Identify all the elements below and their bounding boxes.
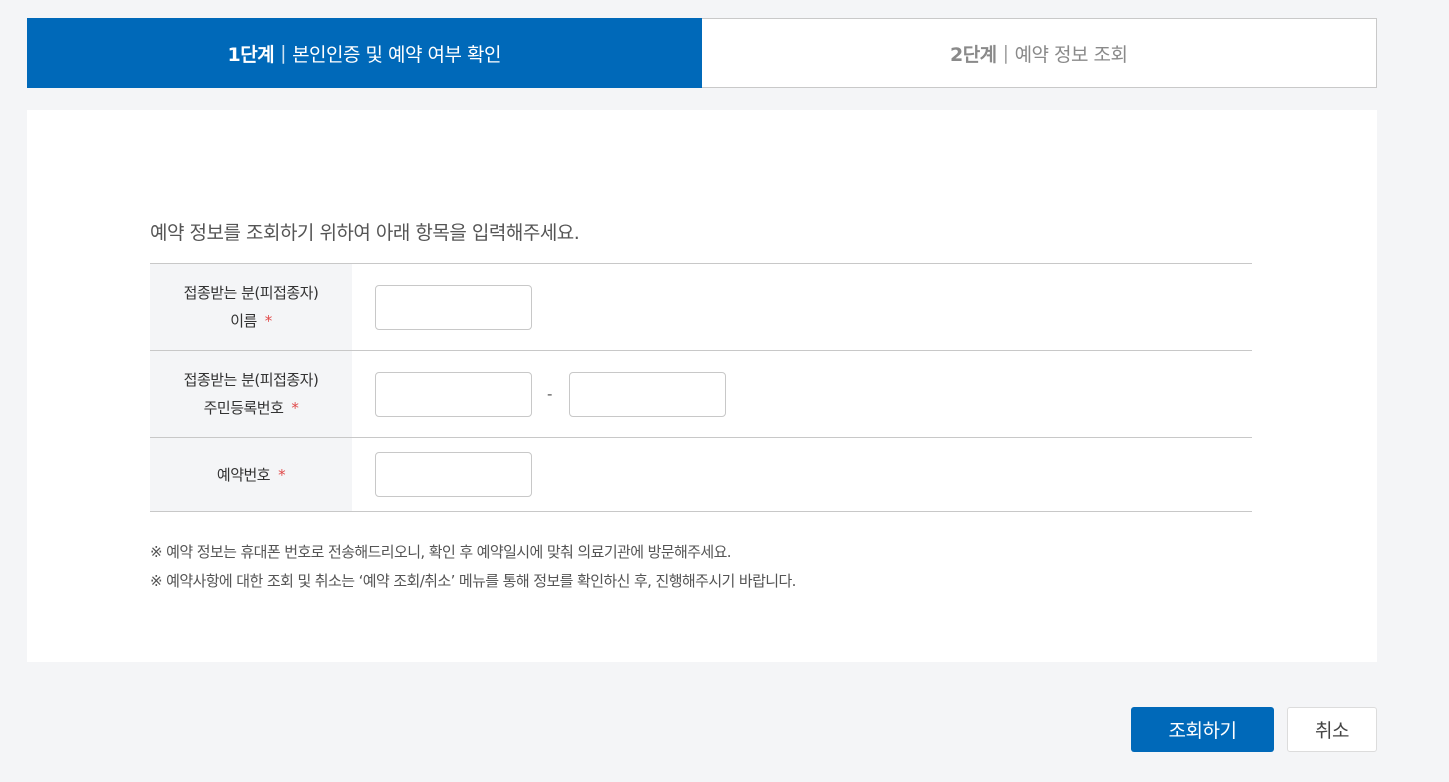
rrn-label-line2: 주민등록번호 <box>203 399 284 417</box>
reservation-field-cell <box>352 438 1252 511</box>
notice-item: ※ 예약 정보는 휴대폰 번호로 전송해드리오니, 확인 후 예약일시에 맞춰 … <box>150 543 732 561</box>
name-label-line1: 접종받는 분(피접종자) <box>183 284 319 302</box>
step-2: 2단계 | 예약 정보 조회 <box>702 19 1377 87</box>
rrn-field-cell: - <box>352 351 1252 437</box>
rrn-separator: - <box>547 385 553 403</box>
step-2-separator: | <box>1002 42 1009 64</box>
name-label-line2: 이름 <box>230 312 257 330</box>
required-mark: * <box>291 399 299 417</box>
reservation-number-input[interactable] <box>375 452 532 497</box>
form-row-rrn: 접종받는 분(피접종자) 주민등록번호 * - <box>150 351 1252 438</box>
notice-item: ※ 예약사항에 대한 조회 및 취소는 ‘예약 조회/취소’ 메뉴를 통해 정보… <box>150 572 796 590</box>
form-row-name: 접종받는 분(피접종자) 이름 * <box>150 264 1252 351</box>
reservation-label: 예약번호 * <box>150 438 352 511</box>
intro-text: 예약 정보를 조회하기 위하여 아래 항목을 입력해주세요. <box>150 222 580 244</box>
reservation-label-text: 예약번호 <box>216 465 271 484</box>
rrn-label: 접종받는 분(피접종자) 주민등록번호 * <box>150 351 352 437</box>
name-field-cell <box>352 264 1252 350</box>
rrn-back-input[interactable] <box>569 371 727 417</box>
notice-list: ※ 예약 정보는 휴대폰 번호로 전송해드리오니, 확인 후 예약일시에 맞춰 … <box>150 538 796 596</box>
step-1: 1단계 | 본인인증 및 예약 여부 확인 <box>27 18 702 88</box>
step-indicator: 1단계 | 본인인증 및 예약 여부 확인 2단계 | 예약 정보 조회 <box>27 18 1377 88</box>
step-2-number: 2단계 <box>949 43 997 66</box>
form-panel: 예약 정보를 조회하기 위하여 아래 항목을 입력해주세요. 접종받는 분(피접… <box>27 110 1377 662</box>
step-2-label: 예약 정보 조회 <box>1014 43 1128 66</box>
name-label: 접종받는 분(피접종자) 이름 * <box>150 264 352 350</box>
rrn-front-input[interactable] <box>375 371 532 417</box>
cancel-button[interactable]: 취소 <box>1287 707 1377 752</box>
required-mark: * <box>264 312 273 330</box>
required-mark: * <box>278 465 286 484</box>
lookup-form: 접종받는 분(피접종자) 이름 * 접종받는 분(피접종자) 주민등록번호 * - <box>150 263 1252 512</box>
search-button[interactable]: 조회하기 <box>1131 707 1274 752</box>
step-1-number: 1단계 <box>227 43 275 66</box>
step-1-label: 본인인증 및 예약 여부 확인 <box>292 43 502 66</box>
form-row-reservation: 예약번호 * <box>150 438 1252 512</box>
rrn-label-line1: 접종받는 분(피접종자) <box>183 371 319 389</box>
name-input[interactable] <box>375 284 532 330</box>
step-1-separator: | <box>280 42 287 64</box>
